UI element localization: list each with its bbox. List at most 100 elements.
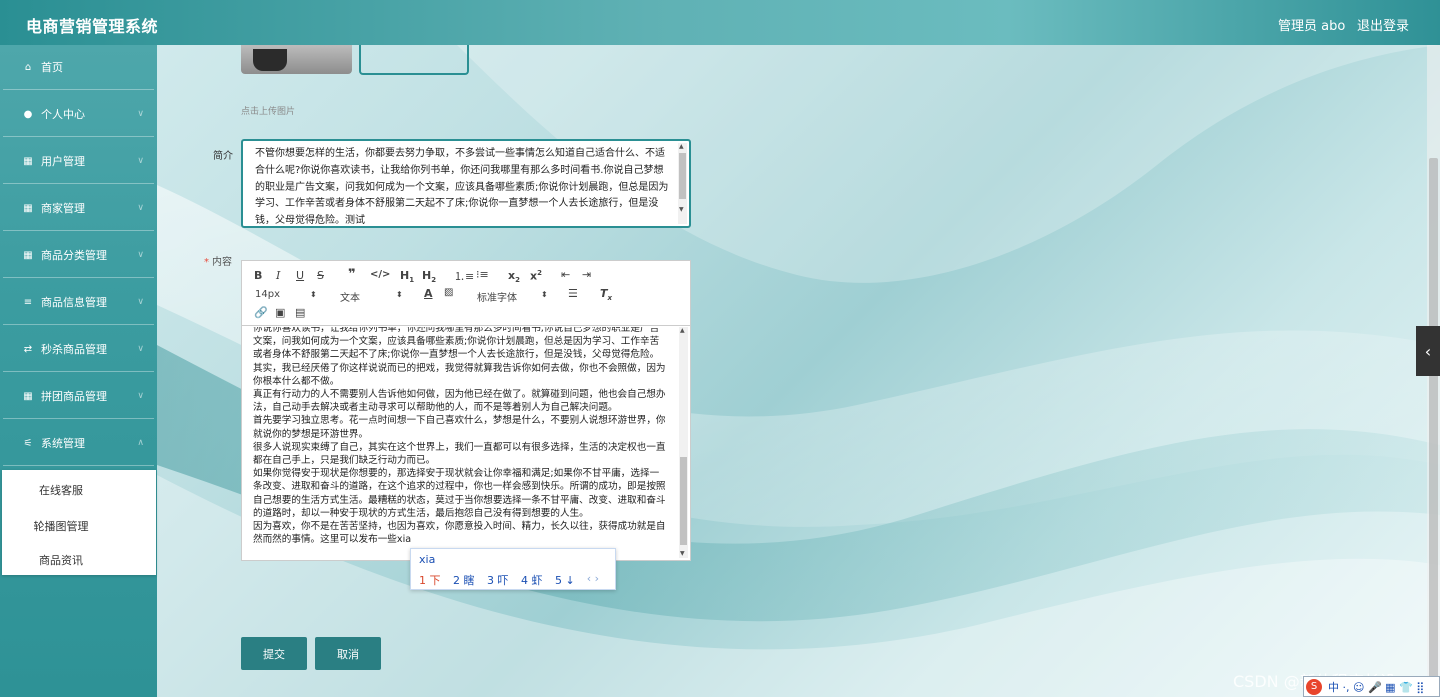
bullet-list-icon[interactable]: ⁝≡ (476, 268, 489, 281)
grid-icon: ▦ (23, 249, 33, 261)
scroll-up-icon[interactable]: ▲ (679, 143, 684, 151)
content-paragraph: 你说你喜欢读书，让我给你列书单，你还问我哪里有那么多时间看书;你说自己梦想的职业… (253, 327, 666, 387)
ime-candidate[interactable]: 3 吓 (487, 574, 509, 587)
image-upload-box[interactable] (359, 45, 469, 75)
page-scroll-thumb[interactable] (1429, 158, 1438, 697)
ime-candidate[interactable]: 4 虾 (521, 574, 543, 587)
sidebar-item-label: 首页 (41, 61, 63, 74)
intro-scrollbar[interactable]: ▲ ▼ (678, 143, 687, 224)
font-family-select[interactable]: 标准字体 ⬍ (477, 289, 551, 304)
ordered-list-icon[interactable]: ⒈≡ (454, 268, 474, 284)
rich-text-editor: B I U S ❞ </> H1 H2 ⒈≡ ⁝≡ x2 x2 ⇤ ⇥ 14px… (241, 260, 691, 561)
heading1-icon[interactable]: H1 (400, 269, 414, 284)
sidebar-item-flash-sale[interactable]: ⇄ 秒杀商品管理 ∨ (3, 327, 154, 372)
chevron-down-icon: ∨ (137, 250, 144, 260)
link-icon[interactable]: 🔗 (254, 306, 268, 319)
outdent-icon[interactable]: ⇤ (561, 268, 570, 281)
editor-toolbar: B I U S ❞ </> H1 H2 ⒈≡ ⁝≡ x2 x2 ⇤ ⇥ 14px… (242, 261, 690, 326)
subscript-icon[interactable]: x2 (508, 269, 520, 284)
sidebar-item-group-buy[interactable]: ▦ 拼团商品管理 ∨ (3, 374, 154, 419)
sidebar-item-label: 系统管理 (41, 437, 85, 450)
chevron-left-icon[interactable]: ‹ (1416, 326, 1440, 376)
sidebar-item-profile[interactable]: ● 个人中心 ∨ (3, 92, 154, 137)
ime-candidate[interactable]: 5 ↓ (555, 574, 575, 587)
ime-composition: xia (419, 553, 436, 566)
intro-text: 不管你想要怎样的生活，你都要去努力争取，不多尝试一些事情怎么知道自己适合什么、不… (255, 148, 669, 227)
uploaded-image-thumbnail[interactable] (241, 45, 352, 74)
editor-scroll-thumb[interactable] (680, 457, 687, 545)
chevron-down-icon: ∨ (137, 391, 144, 401)
blockquote-icon[interactable]: ❞ (348, 267, 356, 282)
content-label: * 内容 (204, 257, 232, 268)
ime-candidate-window: xia 1 下 2 瞎 3 吓 4 虾 5 ↓ ‹ › (410, 548, 616, 590)
grid-icon: ▦ (23, 390, 33, 402)
sliders-icon: ⚟ (23, 437, 33, 449)
ime-page-arrows[interactable]: ‹ › (587, 572, 599, 585)
grid-icon: ▦ (23, 155, 33, 167)
caret-icon: ⬍ (396, 290, 403, 299)
video-icon[interactable]: ▤ (295, 306, 305, 319)
sidebar-item-label: 用户管理 (41, 155, 85, 168)
submenu-item-carousel[interactable]: 轮播图管理 (2, 518, 120, 534)
sidebar-item-label: 拼团商品管理 (41, 390, 107, 403)
cancel-button[interactable]: 取消 (315, 637, 381, 670)
content-paragraph: 很多人说现实束缚了自己，其实在这个世界上，我们一直都可以有很多选择，生活的决定权… (253, 441, 666, 467)
sidebar-item-home[interactable]: ⌂ 首页 (3, 45, 154, 90)
intro-textarea[interactable]: 不管你想要怎样的生活，你都要去努力争取，不多尝试一些事情怎么知道自己适合什么、不… (241, 139, 691, 228)
block-type-select[interactable]: 文本 ⬍ (340, 289, 403, 304)
chevron-up-icon: ∧ (137, 438, 144, 448)
sidebar-item-users[interactable]: ▦ 用户管理 ∨ (3, 139, 154, 184)
required-asterisk: * (204, 257, 209, 268)
font-color-icon[interactable]: A (424, 287, 433, 300)
heading2-icon[interactable]: H2 (422, 269, 436, 284)
indent-icon[interactable]: ⇥ (582, 268, 591, 281)
ime-candidate[interactable]: 1 下 (419, 574, 441, 587)
submit-button[interactable]: 提交 (241, 637, 307, 670)
content-paragraph: 真正有行动力的人不需要别人告诉他如何做，因为他已经在做了。就算碰到问题，他也会自… (253, 389, 666, 414)
submenu-item-news[interactable]: 商品资讯 (2, 552, 120, 568)
editor-scrollbar[interactable]: ▲ ▼ (679, 327, 688, 558)
shuffle-icon: ⇄ (23, 343, 33, 355)
bold-icon[interactable]: B (254, 269, 262, 282)
list-icon: ≡ (23, 296, 33, 308)
submenu-item-customer-service[interactable]: 在线客服 (2, 482, 120, 498)
clear-format-icon[interactable]: Tx (600, 287, 612, 302)
user-icon: ● (23, 108, 33, 120)
underline-icon[interactable]: U (296, 269, 304, 282)
sidebar-item-system[interactable]: ⚟ 系统管理 ∧ (3, 421, 154, 466)
content-paragraph: 如果你觉得安于现状是你想要的，那选择安于现状就会让你幸福和满足;如果你不甘平庸，… (253, 468, 666, 519)
sidebar-item-label: 个人中心 (41, 108, 85, 121)
sidebar: ⌂ 首页 ● 个人中心 ∨ ▦ 用户管理 ∨ ▦ 商家管理 ∨ ▦ 商品分类管理… (0, 45, 157, 697)
ime-candidate[interactable]: 2 瞎 (453, 574, 475, 587)
image-icon[interactable]: ▣ (275, 306, 285, 319)
logout-link[interactable]: 退出登录 (1357, 15, 1409, 34)
intro-scroll-thumb[interactable] (679, 153, 686, 199)
ime-status-bar[interactable]: S 中 ·, ☺ 🎤 ▦ 👕 ⣿ (1303, 676, 1440, 697)
chevron-down-icon: ∨ (137, 344, 144, 354)
align-icon[interactable]: ☰ (568, 287, 578, 300)
scroll-up-icon[interactable]: ▲ (680, 327, 685, 335)
chevron-down-icon: ∨ (137, 156, 144, 166)
sidebar-item-merchants[interactable]: ▦ 商家管理 ∨ (3, 186, 154, 231)
sidebar-item-products[interactable]: ≡ 商品信息管理 ∨ (3, 280, 154, 325)
sidebar-item-label: 商家管理 (41, 202, 85, 215)
background-color-icon[interactable]: ▨ (444, 287, 453, 298)
italic-icon[interactable]: I (276, 269, 280, 282)
app-title: 电商营销管理系统 (26, 17, 159, 36)
strikethrough-icon[interactable]: S (317, 269, 324, 282)
superscript-icon[interactable]: x2 (530, 269, 542, 283)
ime-candidate-list: 1 下 2 瞎 3 吓 4 虾 5 ↓ (419, 572, 584, 588)
content-paragraph: 首先要学习独立思考。花一点时间想一下自己喜欢什么，梦想是什么，不要别人说想环游世… (253, 415, 666, 440)
scroll-down-icon[interactable]: ▼ (680, 550, 685, 558)
intro-label: 简介 (213, 151, 233, 162)
code-icon[interactable]: </> (370, 269, 390, 280)
font-size-select[interactable]: 14px ⬍ (255, 289, 317, 300)
scroll-down-icon[interactable]: ▼ (679, 206, 684, 214)
editor-content[interactable]: 你说你喜欢读书，让我给你列书单，你还问我哪里有那么多时间看书;你说自己梦想的职业… (242, 327, 680, 561)
chevron-down-icon: ∨ (137, 297, 144, 307)
sidebar-item-categories[interactable]: ▦ 商品分类管理 ∨ (3, 233, 154, 278)
grid-icon: ▦ (23, 202, 33, 214)
main-content: 点击上传图片 简介 不管你想要怎样的生活，你都要去努力争取，不多尝试一些事情怎么… (157, 45, 1427, 697)
system-submenu: 在线客服 轮播图管理 商品资讯 (2, 470, 156, 575)
chevron-down-icon: ∨ (137, 109, 144, 119)
